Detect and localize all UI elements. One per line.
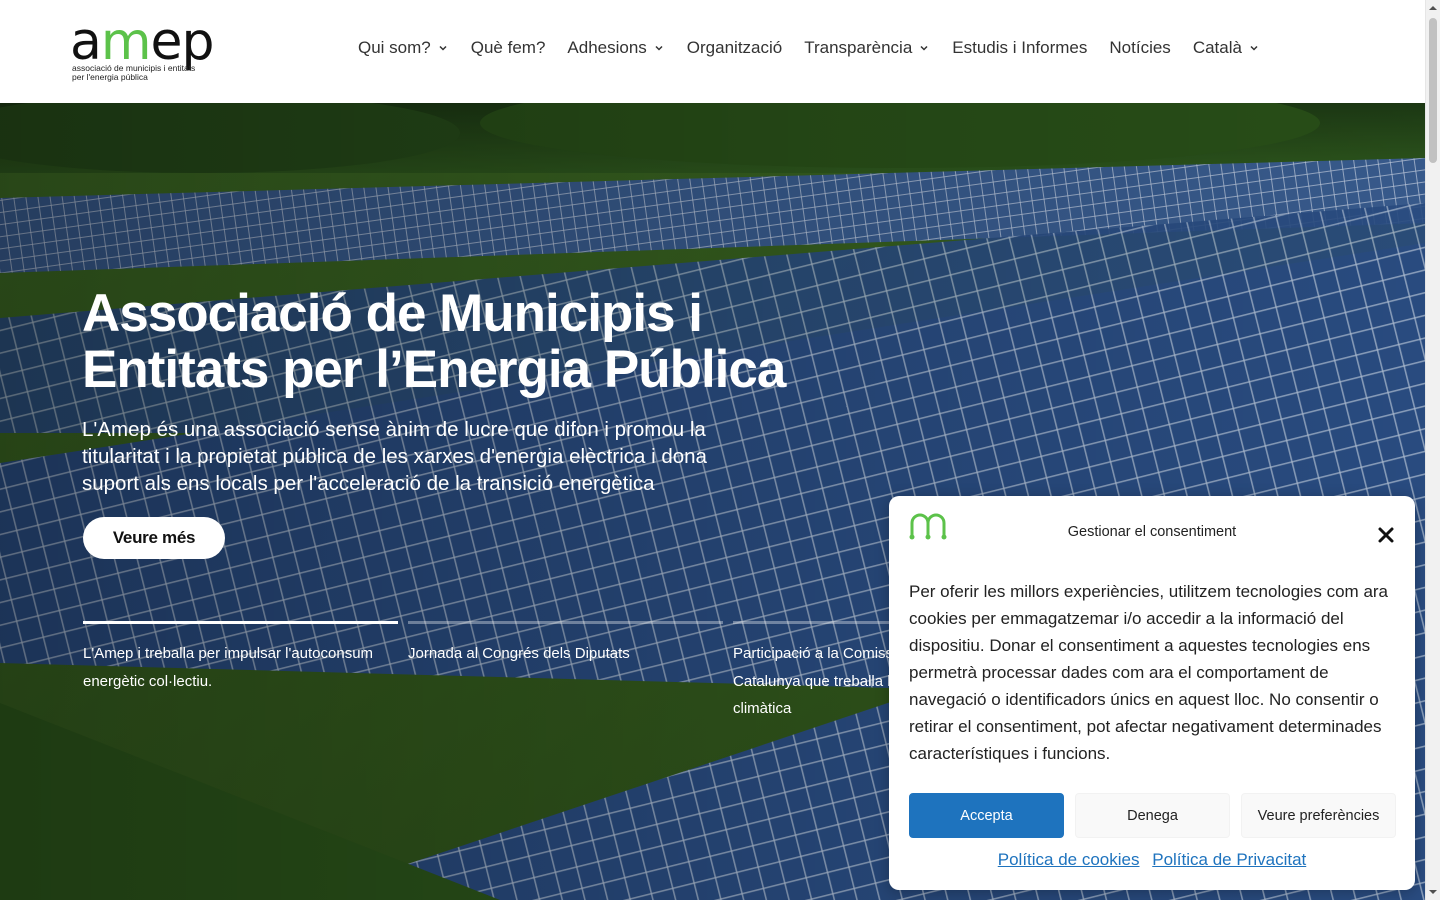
cookie-title: Gestionar el consentiment bbox=[1067, 524, 1237, 540]
cookie-text: Per oferir les millors experiències, uti… bbox=[909, 582, 1389, 763]
slide-tab[interactable]: L'Amep i treballa per impulsar l'autocon… bbox=[83, 621, 398, 723]
chevron-down-icon bbox=[437, 42, 449, 54]
cookie-buttons: Accepta Denega Veure preferències bbox=[909, 793, 1407, 838]
nav-item-transparencia[interactable]: Transparència bbox=[804, 38, 930, 58]
main-nav: Qui som? Què fem? Adhesions Organització… bbox=[358, 38, 1282, 58]
slide-title: L'Amep i treballa per impulsar l'autocon… bbox=[83, 645, 374, 690]
scrollbar-thumb[interactable] bbox=[1429, 18, 1437, 163]
cookie-policy-links: Política de cookies Política de Privacit… bbox=[889, 850, 1415, 870]
slide-title: Jornada al Congrés dels Diputats bbox=[408, 645, 630, 662]
cookie-policy-link[interactable]: Política de cookies bbox=[998, 850, 1140, 869]
nav-item-adhesions[interactable]: Adhesions bbox=[567, 38, 664, 58]
hero-description: L'Amep és una associació sense ànim de l… bbox=[82, 418, 707, 495]
site-header: amep associació de municipis i entitats … bbox=[0, 0, 1425, 103]
nav-item-que-fem[interactable]: Què fem? bbox=[471, 38, 546, 58]
hero-title: Associació de Municipis i Entitats per l… bbox=[82, 284, 786, 399]
scroll-up-arrow-icon[interactable] bbox=[1429, 4, 1437, 12]
chevron-down-icon bbox=[653, 42, 665, 54]
nav-item-noticies[interactable]: Notícies bbox=[1109, 38, 1170, 58]
privacy-policy-link[interactable]: Política de Privacitat bbox=[1152, 850, 1306, 869]
close-icon[interactable] bbox=[1377, 526, 1395, 544]
page-scrollbar[interactable] bbox=[1425, 0, 1440, 900]
deny-button[interactable]: Denega bbox=[1075, 793, 1230, 838]
logo-subtitle: associació de municipis i entitats per l… bbox=[72, 63, 196, 82]
preferences-button[interactable]: Veure preferències bbox=[1241, 793, 1396, 838]
nav-item-organitzacio[interactable]: Organització bbox=[687, 38, 782, 58]
nav-item-language[interactable]: Català bbox=[1193, 38, 1260, 58]
slide-progress bbox=[83, 621, 398, 624]
cookie-consent-dialog: Gestionar el consentiment Per oferir les… bbox=[889, 496, 1415, 890]
see-more-button[interactable]: Veure més bbox=[83, 517, 225, 559]
scroll-down-arrow-icon[interactable] bbox=[1429, 888, 1437, 896]
nav-item-estudis[interactable]: Estudis i Informes bbox=[952, 38, 1087, 58]
nav-item-qui-som[interactable]: Qui som? bbox=[358, 38, 449, 58]
amep-logo[interactable]: amep associació de municipis i entitats … bbox=[70, 12, 230, 86]
slide-tab[interactable]: Jornada al Congrés dels Diputats bbox=[408, 621, 723, 723]
slide-progress bbox=[408, 621, 723, 624]
chevron-down-icon bbox=[1248, 42, 1260, 54]
accept-button[interactable]: Accepta bbox=[909, 793, 1064, 838]
chevron-down-icon bbox=[918, 42, 930, 54]
